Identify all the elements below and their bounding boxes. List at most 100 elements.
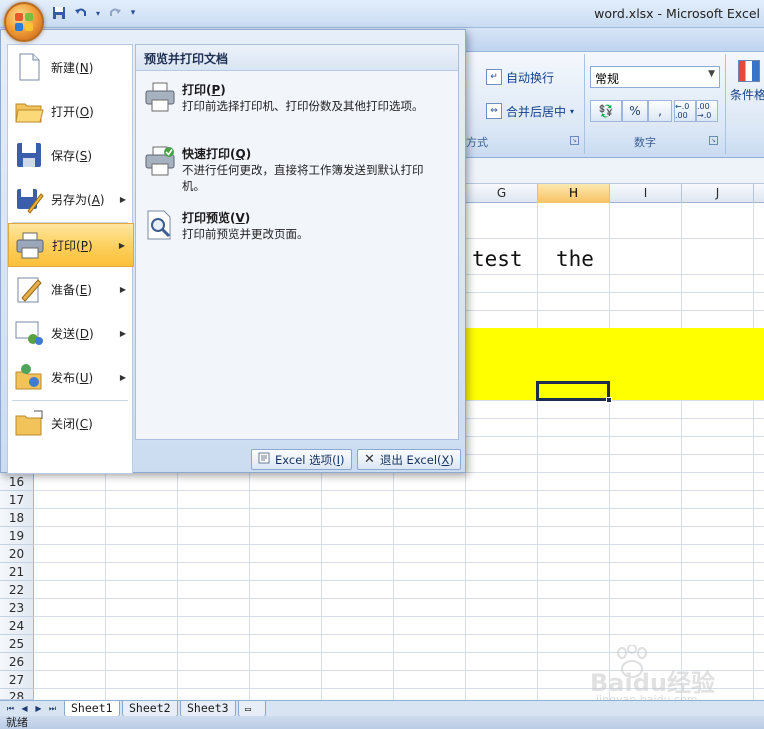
first-sheet-icon[interactable]: ⏮ — [4, 702, 17, 715]
close-folder-icon — [14, 408, 44, 438]
alignment-group-label: 方式 — [466, 136, 488, 149]
conditional-format-button[interactable]: 条件格 — [730, 60, 764, 120]
merge-center-label: 合并后居中 — [506, 104, 567, 119]
conditional-format-label: 条件格 — [730, 88, 764, 102]
menu-item-label: 保存(S) — [51, 148, 93, 163]
insert-sheet-icon: ▭ — [245, 704, 252, 715]
status-text: 就绪 — [6, 716, 28, 729]
sheet-tab-bar: ⏮ ◀ ▶ ⏭ Sheet1 Sheet2 Sheet3 ▭ — [0, 700, 764, 717]
menu-item-open[interactable]: 打开(O) — [8, 89, 134, 133]
print-option-title: 打印(P) — [182, 83, 226, 97]
office-menu-commands: 新建(N) 打开(O) 保存(S) 另存为(A) ▶ 打印(P) ▶ 准备(E)… — [7, 44, 134, 474]
group-divider — [584, 54, 585, 154]
exit-excel-button[interactable]: ✕ 退出 Excel(X) — [357, 449, 461, 470]
submenu-arrow-icon: ▶ — [119, 328, 126, 338]
menu-item-save[interactable]: 保存(S) — [8, 133, 134, 177]
wrap-text-label: 自动换行 — [506, 70, 555, 85]
increase-decimal-button[interactable]: ←.0 .00 — [674, 100, 696, 122]
menu-item-send[interactable]: 发送(D) ▶ — [8, 311, 134, 355]
merge-center-dropdown-icon[interactable]: ▾ — [570, 107, 574, 116]
accounting-format-button[interactable]: 💱 — [590, 100, 622, 122]
row-header[interactable]: 16 — [0, 473, 34, 491]
submenu-arrow-icon: ▶ — [119, 372, 126, 382]
quick-print-option[interactable]: 快速打印(Q) 不进行任何更改，直接将工作簿发送到默认打印机。 — [144, 145, 454, 201]
row-header[interactable]: 18 — [0, 509, 34, 527]
menu-item-label: 发送(D) — [51, 326, 94, 341]
menu-item-label: 新建(N) — [51, 60, 94, 75]
merge-center-button[interactable]: ⇔ 合并后居中 ▾ — [486, 100, 574, 122]
menu-item-close[interactable]: 关闭(C) — [8, 401, 134, 445]
quick-print-option-title: 快速打印(Q) — [182, 147, 252, 161]
row-header[interactable]: 27 — [0, 671, 34, 689]
row-header[interactable]: 23 — [0, 599, 34, 617]
row-header[interactable]: 19 — [0, 527, 34, 545]
insert-sheet-button[interactable]: ▭ — [238, 701, 266, 717]
printer-icon — [15, 230, 45, 260]
print-option-desc: 打印前选择打印机、打印份数及其他打印选项。 — [182, 99, 424, 113]
print-preview-icon — [144, 209, 176, 241]
merge-center-icon: ⇔ — [486, 103, 502, 119]
wrap-text-button[interactable]: ↵ 自动换行 — [486, 66, 554, 88]
print-submenu-header: 预览并打印文档 — [136, 45, 458, 71]
prepare-icon — [14, 274, 44, 304]
row-header[interactable]: 24 — [0, 617, 34, 635]
number-format-select[interactable]: 常规 ▼ — [590, 66, 720, 88]
sheet-tab-sheet2[interactable]: Sheet2 — [122, 701, 178, 717]
menu-item-print[interactable]: 打印(P) ▶ — [8, 223, 134, 267]
row-header[interactable]: 28 — [0, 689, 34, 700]
excel-options-button[interactable]: Excel 选项(I) — [251, 449, 352, 470]
printer-icon — [144, 81, 176, 113]
print-submenu-panel: 预览并打印文档 打印(P) 打印前选择打印机、打印份数及其他打印选项。 快速打印… — [135, 44, 459, 440]
alignment-launcher-icon[interactable]: ↘ — [570, 136, 579, 145]
quick-access-toolbar: ▾ ▾ — [50, 4, 138, 22]
menu-item-save-as[interactable]: 另存为(A) ▶ — [8, 177, 134, 221]
redo-icon[interactable] — [106, 4, 124, 22]
customize-qat-icon[interactable]: ▾ — [128, 4, 138, 22]
menu-item-prepare[interactable]: 准备(E) ▶ — [8, 267, 134, 311]
print-preview-option-desc: 打印前预览并更改页面。 — [182, 227, 309, 241]
sheet-tab-sheet1[interactable]: Sheet1 — [64, 701, 120, 717]
percent-button[interactable]: % — [622, 100, 648, 122]
row-header[interactable]: 21 — [0, 563, 34, 581]
menu-item-new[interactable]: 新建(N) — [8, 45, 134, 89]
save-disk-icon — [14, 140, 44, 170]
column-header-i[interactable]: I — [610, 184, 682, 203]
menu-item-label: 另存为(A) — [51, 192, 105, 207]
new-document-icon — [14, 52, 44, 82]
last-sheet-icon[interactable]: ⏭ — [46, 702, 59, 715]
prev-sheet-icon[interactable]: ◀ — [18, 702, 31, 715]
office-button[interactable] — [4, 2, 44, 42]
next-sheet-icon[interactable]: ▶ — [32, 702, 45, 715]
row-header[interactable]: 22 — [0, 581, 34, 599]
active-cell-selection[interactable] — [536, 381, 610, 401]
publish-icon — [14, 362, 44, 392]
row-header[interactable]: 20 — [0, 545, 34, 563]
sheet-tab-sheet3[interactable]: Sheet3 — [180, 701, 236, 717]
decrease-decimal-button[interactable]: .00 →.0 — [696, 100, 718, 122]
status-bar: 就绪 — [0, 716, 764, 729]
fill-handle[interactable] — [606, 397, 612, 403]
number-launcher-icon[interactable]: ↘ — [709, 136, 718, 145]
undo-dropdown-icon[interactable]: ▾ — [94, 4, 102, 22]
menu-item-label: 发布(U) — [51, 370, 94, 385]
menu-item-label: 关闭(C) — [51, 416, 93, 431]
column-header-g[interactable]: G — [466, 184, 538, 203]
quick-print-icon — [144, 145, 176, 177]
title-bar: ▾ ▾ word.xlsx - Microsoft Excel — [0, 0, 764, 28]
menu-item-publish[interactable]: 发布(U) ▶ — [8, 355, 134, 399]
baidu-watermark: Baidu经验 jingyan.baidu.com — [590, 645, 730, 706]
close-icon: ✕ — [364, 452, 375, 467]
save-icon[interactable] — [50, 4, 68, 22]
row-header[interactable]: 26 — [0, 653, 34, 671]
submenu-arrow-icon: ▶ — [118, 240, 125, 250]
undo-icon[interactable] — [72, 4, 90, 22]
print-option[interactable]: 打印(P) 打印前选择打印机、打印份数及其他打印选项。 — [144, 81, 454, 137]
row-header[interactable]: 25 — [0, 635, 34, 653]
conditional-format-icon — [738, 60, 760, 82]
print-preview-option[interactable]: 打印预览(V) 打印前预览并更改页面。 — [144, 209, 454, 249]
row-header[interactable]: 17 — [0, 491, 34, 509]
column-header-j[interactable]: J — [682, 184, 754, 203]
comma-button[interactable]: , — [648, 100, 672, 122]
open-folder-icon — [14, 96, 44, 126]
column-header-h[interactable]: H — [538, 184, 610, 203]
